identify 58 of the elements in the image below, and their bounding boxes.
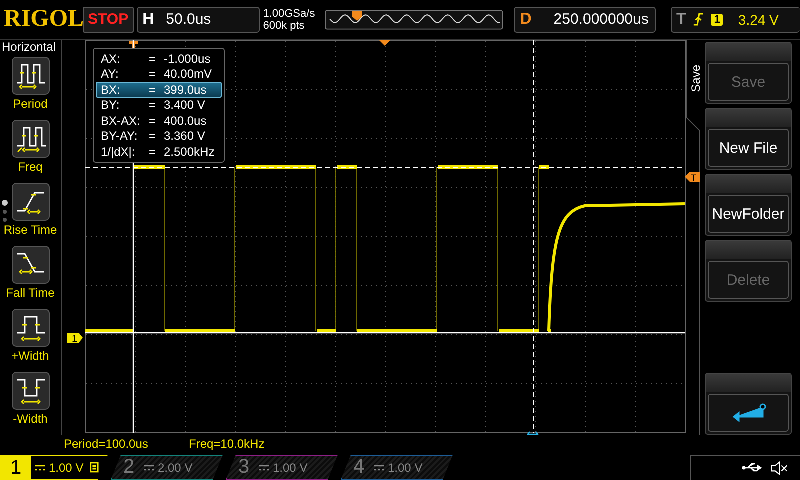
run-stop-button[interactable]: STOP (83, 6, 134, 32)
timebase-panel[interactable]: H 50.0us (136, 6, 260, 32)
trigger-level-marker[interactable]: T (685, 172, 700, 183)
measurement-readout: Period=100.0us (64, 437, 148, 451)
dc-coupling-icon (35, 464, 45, 472)
pulse-icon (12, 120, 50, 158)
trigger-label: T (676, 10, 686, 28)
measure-button[interactable]: Fall Time (0, 246, 62, 309)
readout-row[interactable]: BX: = 399.0us (96, 82, 222, 98)
channel-tab[interactable]: 2 2.00 V (111, 455, 223, 480)
dc-coupling-icon (374, 464, 384, 472)
delay-value: 250.000000us (554, 11, 649, 28)
pulse-icon (12, 57, 50, 95)
menu-title: Horizontal (1, 40, 56, 54)
readout-row[interactable]: AX: = -1.000us (96, 51, 222, 66)
menu-tab-label: Save (689, 65, 703, 92)
measure-button[interactable]: -Width (0, 372, 62, 435)
dc-coupling-icon (259, 464, 269, 472)
readout-row[interactable]: BX-AX: = 400.0us (96, 113, 222, 128)
measure-button[interactable]: Period (0, 57, 62, 120)
trigger-level: 3.24 V (738, 12, 779, 28)
channel-tab[interactable]: 3 1.00 V (226, 455, 338, 480)
edge-icon (12, 246, 50, 284)
readout-row[interactable]: 1/|dX|: = 2.500kHz (96, 144, 222, 160)
delay-panel[interactable]: D 250.000000us (514, 6, 656, 32)
pulse-icon (12, 372, 50, 410)
measure-button[interactable]: Freq (0, 120, 62, 183)
trigger-panel[interactable]: T 1 3.24 V (670, 6, 800, 32)
timebase-label: H (142, 10, 154, 28)
cursor-line[interactable] (533, 40, 534, 434)
rising-edge-icon (693, 12, 704, 27)
readout-row[interactable]: AY: = 40.00mV (96, 66, 222, 82)
channel-tab[interactable]: 1 1.00 V (0, 455, 108, 480)
sample-rate: 1.00GSa/s (263, 8, 316, 20)
measure-button[interactable]: Rise Time (0, 183, 62, 246)
bandwidth-limit-icon (90, 462, 99, 473)
cursor-line[interactable] (85, 332, 685, 334)
timebase-value: 50.0us (166, 11, 212, 28)
measurement-readout: Freq=10.0kHz (189, 437, 265, 451)
readout-row[interactable]: BY: = 3.400 V (96, 98, 222, 113)
horizontal-arrow-icon (527, 431, 539, 435)
return-button[interactable] (705, 373, 792, 435)
channel-marker[interactable]: 1 (67, 333, 83, 345)
dc-coupling-icon (144, 464, 154, 472)
usb-icon (742, 462, 764, 474)
pulse-icon (12, 309, 50, 347)
delay-label: D (520, 10, 532, 28)
readout-row[interactable]: BY-AY: = 3.360 V (96, 128, 222, 144)
softkey-button[interactable]: NewFolder (705, 174, 792, 236)
memory-depth: 600k pts (263, 20, 306, 32)
trigger-position-icon (379, 40, 391, 46)
softkey-button[interactable]: New File (705, 108, 792, 170)
trigger-source: 1 (711, 14, 724, 26)
channel-tab[interactable]: 4 1.00 V (341, 455, 453, 480)
mute-icon (770, 460, 788, 476)
marker-icon (129, 41, 138, 48)
edge-icon (12, 183, 50, 221)
measure-button[interactable]: +Width (0, 309, 62, 372)
